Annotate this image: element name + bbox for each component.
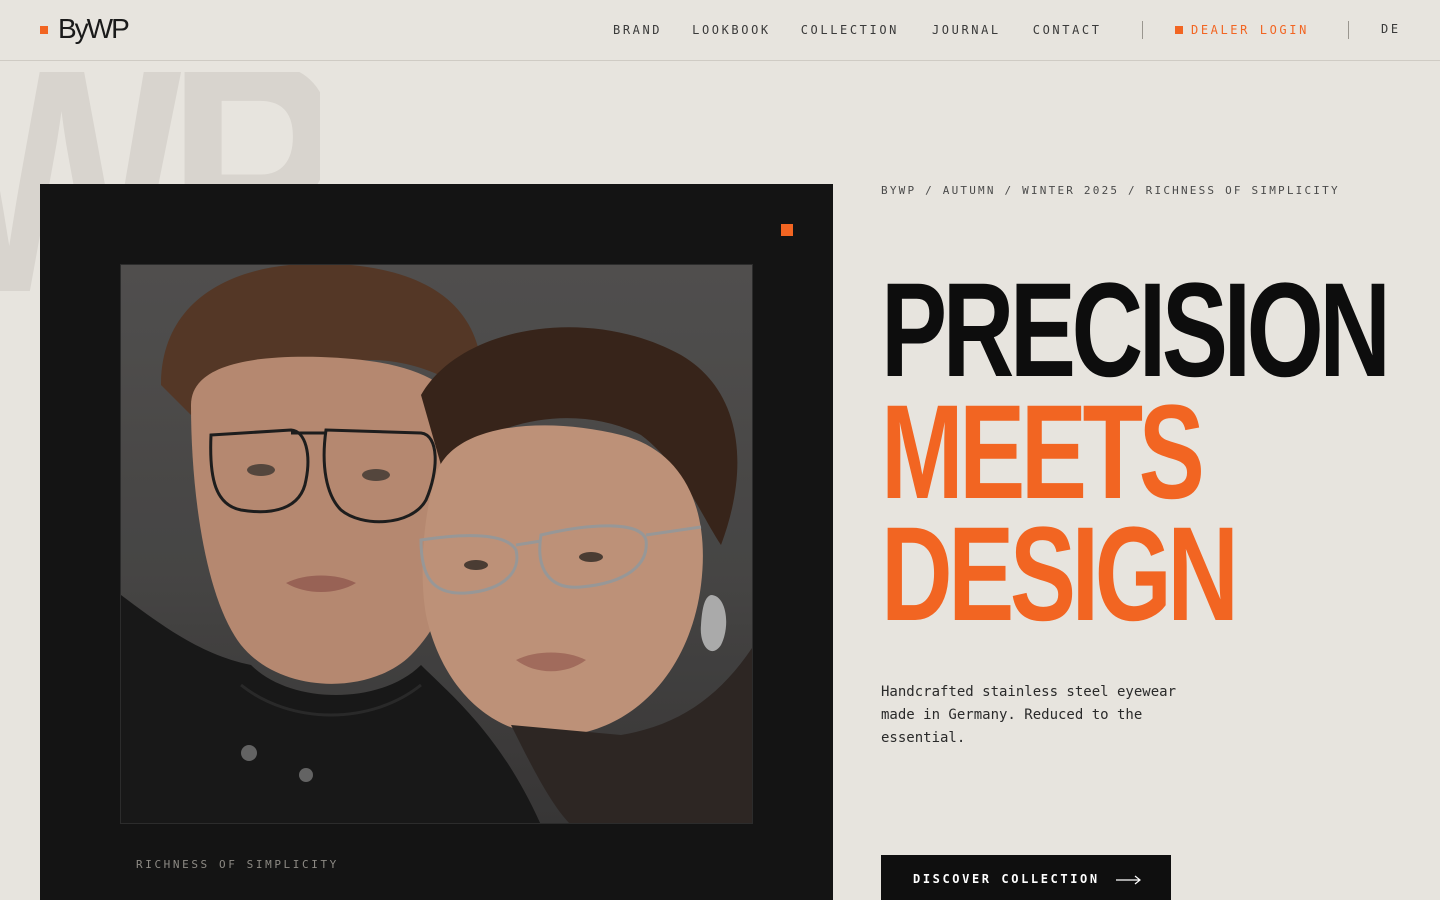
hero-photo <box>120 264 753 824</box>
nav-item-collection[interactable]: COLLECTION <box>801 22 899 38</box>
breadcrumb: BYWP / AUTUMN / WINTER 2025 / RICHNESS O… <box>881 184 1340 197</box>
hero-photo-illustration <box>121 265 752 823</box>
nav-item-brand[interactable]: BRAND <box>613 22 662 38</box>
hero-image-panel: RICHNESS OF SIMPLICITY <box>40 184 833 900</box>
dealer-login-label: DEALER LOGIN <box>1191 23 1309 37</box>
hero-description: Handcrafted stainless steel eyewear made… <box>881 684 1177 746</box>
discover-collection-button[interactable]: DISCOVER COLLECTION <box>881 855 1171 900</box>
language-switch[interactable]: DE <box>1381 22 1401 36</box>
arrow-right-icon <box>1115 870 1142 889</box>
site-header: ByWP BRAND LOOKBOOK COLLECTION JOURNAL C… <box>0 0 1440 61</box>
dealer-login-square-icon <box>1175 26 1183 34</box>
dealer-login-link[interactable]: DEALER LOGIN <box>1175 22 1309 38</box>
main-nav: BRAND LOOKBOOK COLLECTION JOURNAL CONTAC… <box>613 22 1132 38</box>
discover-collection-label: DISCOVER COLLECTION <box>913 872 1100 886</box>
headline-line-1: PRECISION <box>881 256 1391 405</box>
hero-headline: PRECISION MEETS DESIGN <box>881 256 1401 649</box>
panel-accent-square <box>781 224 793 236</box>
logo[interactable]: ByWP <box>58 12 130 46</box>
headline-line-2: MEETS <box>881 378 1205 527</box>
nav-item-contact[interactable]: CONTACT <box>1033 22 1102 38</box>
nav-item-lookbook[interactable]: LOOKBOOK <box>692 22 771 38</box>
hero-image-caption: RICHNESS OF SIMPLICITY <box>136 858 339 871</box>
nav-item-journal[interactable]: JOURNAL <box>932 22 1001 38</box>
nav-divider <box>1142 21 1143 39</box>
logo-accent-square <box>40 26 48 34</box>
nav-divider <box>1348 21 1349 39</box>
headline-line-3: DESIGN <box>881 500 1239 649</box>
